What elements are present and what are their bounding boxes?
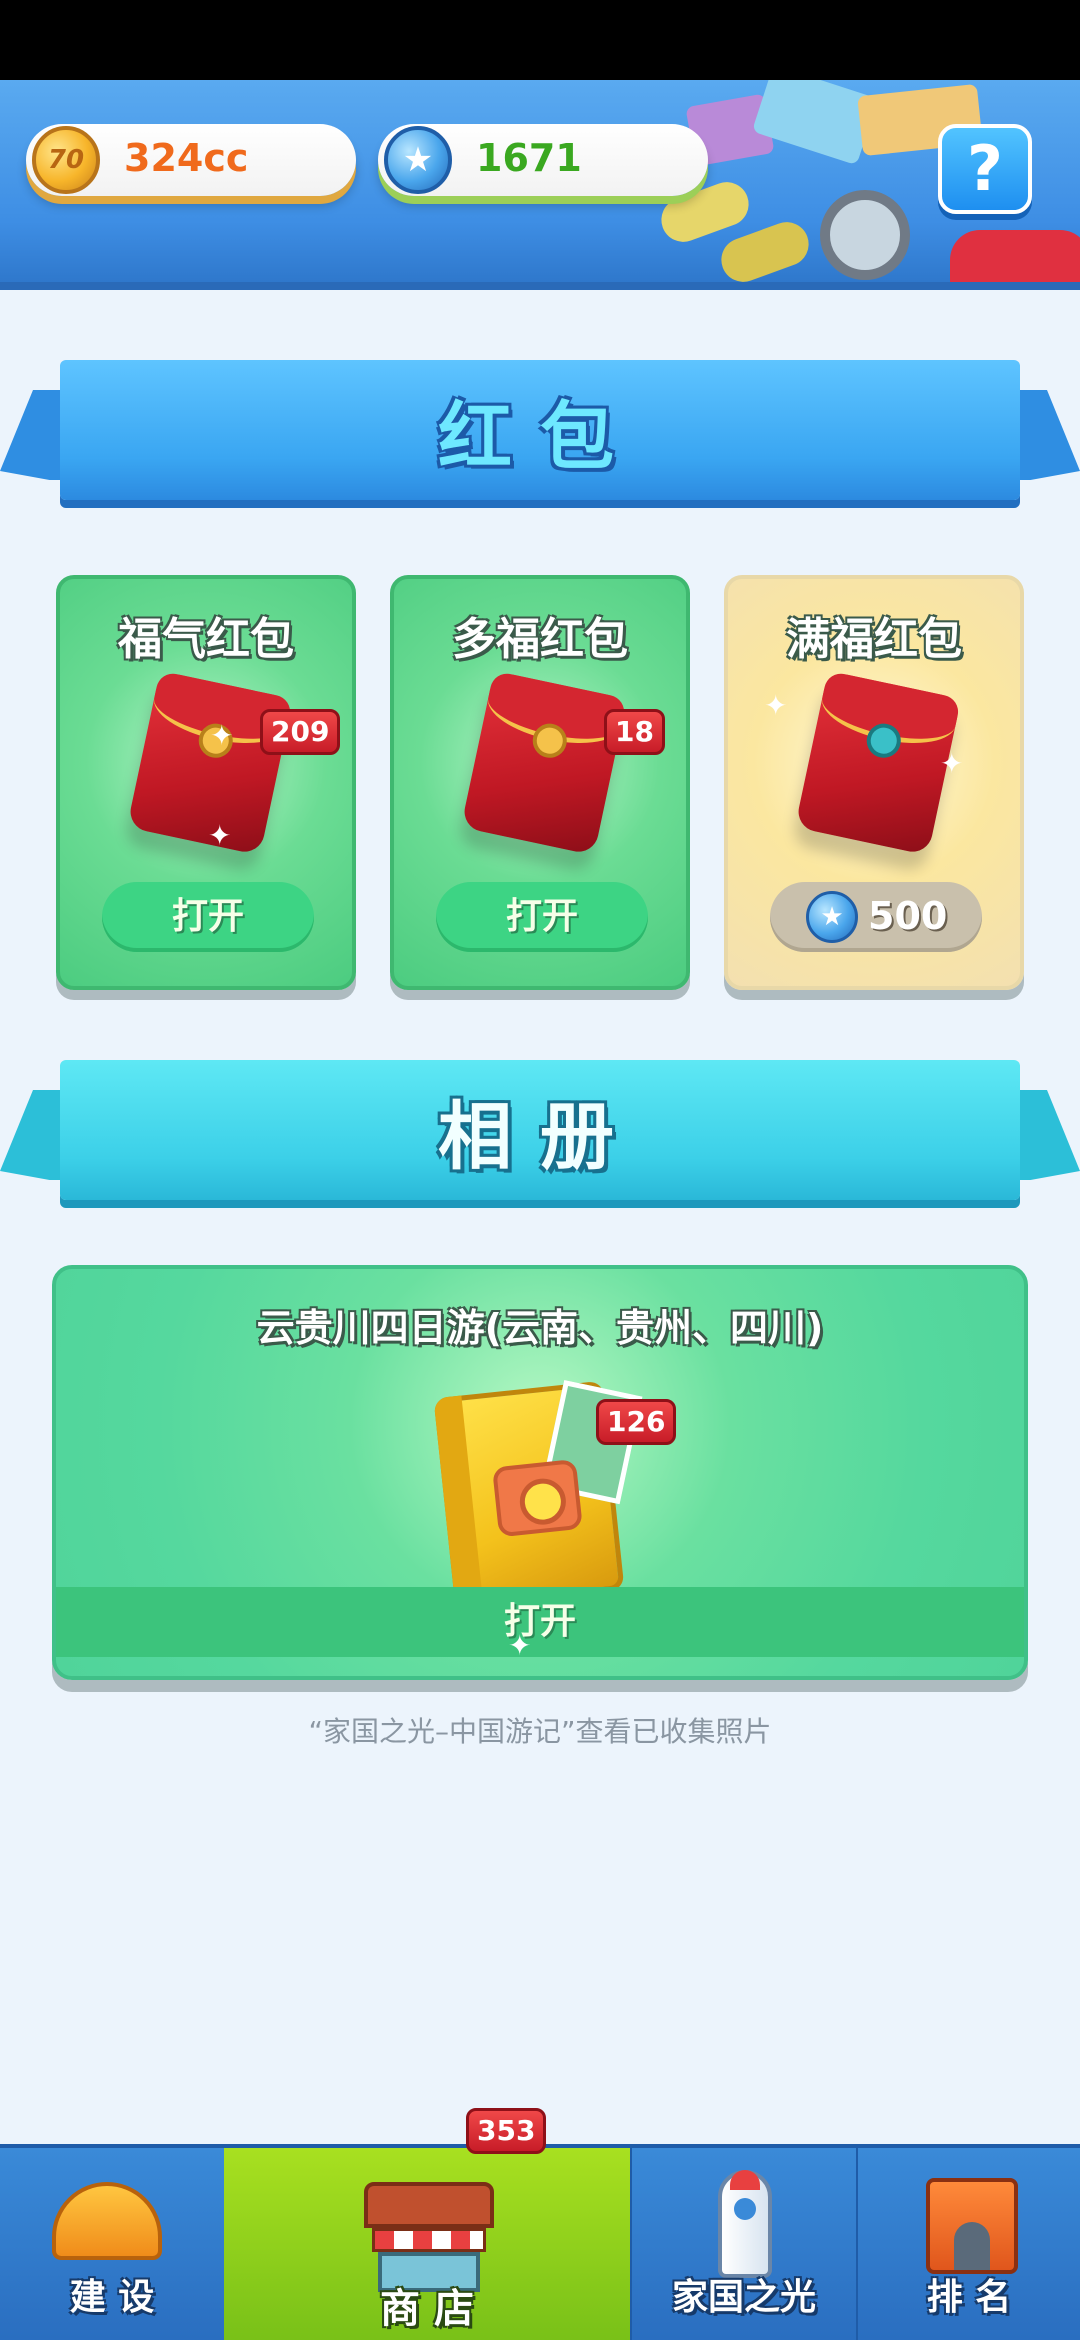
top-header: 70 324cc ★ 1671 ? bbox=[0, 80, 1080, 290]
magnifier-icon bbox=[820, 190, 910, 280]
coin-icon: 70 bbox=[32, 126, 100, 194]
red-packet-card[interactable]: 满福红包 ✦ ✦ ★ 500 bbox=[724, 575, 1024, 990]
shop-count-badge: 353 bbox=[466, 2108, 547, 2154]
coin-amount: 324cc bbox=[124, 136, 249, 180]
sparkle-icon: ✦ bbox=[764, 689, 788, 722]
coin-counter[interactable]: 70 324cc bbox=[26, 124, 356, 196]
helmet-icon bbox=[52, 2182, 162, 2260]
gem-amount: 1671 bbox=[476, 136, 582, 180]
nav-label: 商 店 bbox=[380, 2286, 474, 2332]
section-title: 相册 bbox=[438, 1093, 642, 1180]
red-envelope-icon bbox=[460, 670, 628, 856]
gate-icon bbox=[926, 2178, 1018, 2274]
sparkle-icon: ✦ bbox=[210, 719, 234, 752]
price-amount: 500 bbox=[868, 894, 948, 938]
album-card[interactable]: 云贵川四日游(云南、贵州、四川) 126 打开 ✦ bbox=[52, 1265, 1028, 1680]
nav-build[interactable]: 建 设 bbox=[0, 2148, 224, 2340]
nav-ranking[interactable]: 排 名 bbox=[856, 2148, 1080, 2340]
red-packet-section-header: 红包 bbox=[0, 360, 1080, 520]
nav-shop[interactable]: 商 店 bbox=[224, 2148, 630, 2340]
count-badge: 209 bbox=[260, 709, 341, 755]
section-title: 红包 bbox=[438, 393, 642, 480]
red-packet-title: 福气红包 bbox=[118, 614, 294, 665]
open-album-button[interactable]: 打开 bbox=[56, 1587, 1024, 1657]
bottom-nav: 建 设 商 店 家国之光 排 名 bbox=[0, 2144, 1080, 2340]
status-bar bbox=[0, 0, 1080, 80]
star-gem-icon: ★ bbox=[806, 891, 858, 943]
open-button[interactable]: 打开 bbox=[102, 882, 314, 952]
binoculars-icon bbox=[715, 215, 815, 282]
sparkle-icon: ✦ bbox=[940, 747, 964, 780]
rocket-icon bbox=[718, 2170, 772, 2278]
star-gem-icon: ★ bbox=[384, 126, 452, 194]
gem-counter[interactable]: ★ 1671 bbox=[378, 124, 708, 196]
decor-hat-icon bbox=[950, 230, 1080, 282]
nav-label: 建 设 bbox=[69, 2277, 155, 2318]
red-envelope-icon bbox=[794, 670, 962, 856]
album-title: 云贵川四日游(云南、贵州、四川) bbox=[256, 1306, 824, 1350]
red-packet-card[interactable]: 多福红包 18 打开 bbox=[390, 575, 690, 990]
open-button[interactable]: 打开 bbox=[436, 882, 648, 952]
ribbon-band: 红包 bbox=[60, 360, 1020, 500]
count-badge: 126 bbox=[596, 1399, 677, 1445]
ribbon-band: 相册 bbox=[60, 1060, 1020, 1200]
red-packet-title: 满福红包 bbox=[786, 614, 962, 665]
nav-homeland[interactable]: 家国之光 bbox=[630, 2148, 856, 2340]
album-section-header: 相册 bbox=[0, 1060, 1080, 1220]
count-badge: 18 bbox=[604, 709, 665, 755]
nav-label: 排 名 bbox=[926, 2277, 1012, 2318]
red-packet-title: 多福红包 bbox=[452, 614, 628, 665]
red-packet-card[interactable]: 福气红包 ✦ ✦ 209 打开 bbox=[56, 575, 356, 990]
album-hint-text: “家国之光–中国游记”查看已收集照片 bbox=[308, 1715, 772, 1748]
nav-label: 家国之光 bbox=[671, 2277, 816, 2318]
buy-with-gems-button[interactable]: ★ 500 bbox=[770, 882, 982, 952]
sparkle-icon: ✦ bbox=[208, 819, 232, 852]
help-button[interactable]: ? bbox=[938, 124, 1032, 214]
sparkle-icon: ✦ bbox=[508, 1629, 532, 1662]
camera-icon bbox=[492, 1458, 583, 1538]
